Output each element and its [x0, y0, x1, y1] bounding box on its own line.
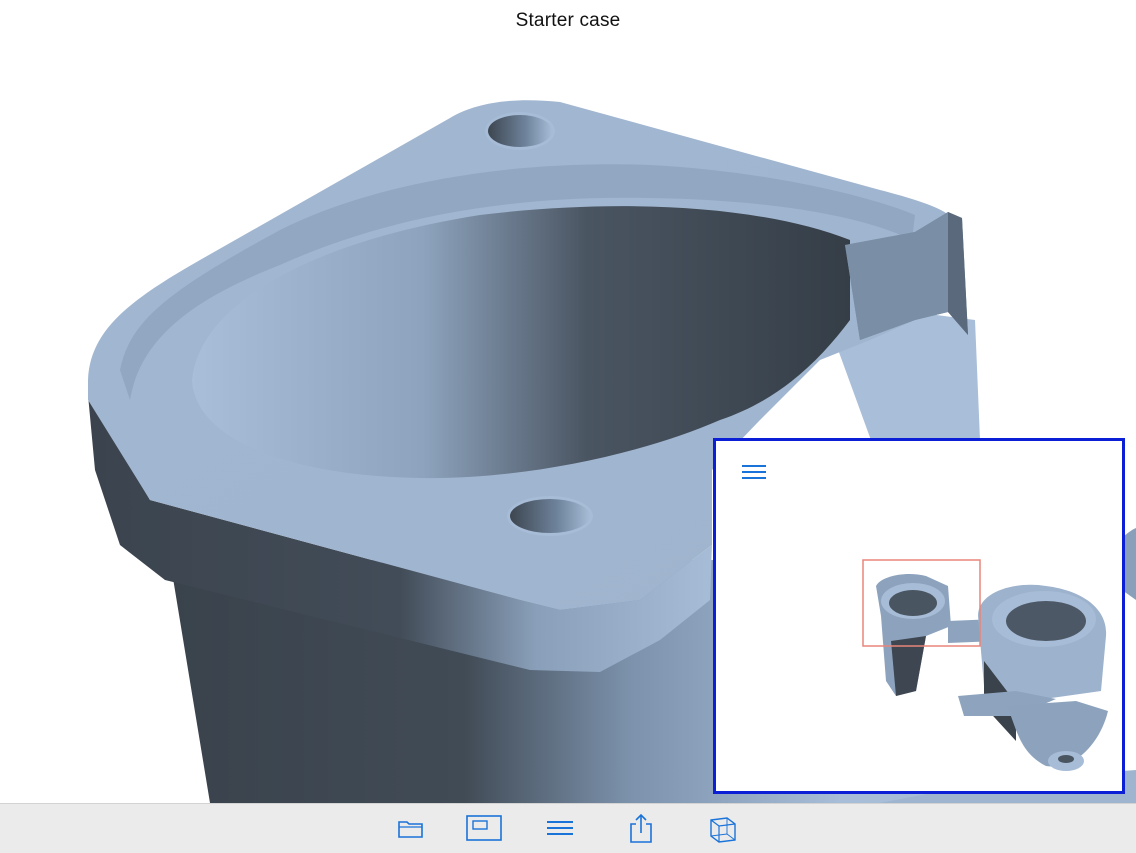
display-icon [466, 815, 502, 841]
cube-icon [710, 817, 736, 843]
view-cube-button[interactable] [703, 810, 743, 846]
folder-button[interactable] [391, 810, 431, 846]
share-icon [630, 813, 652, 843]
bottom-toolbar [0, 803, 1136, 853]
share-button[interactable] [621, 810, 661, 846]
menu-button[interactable] [540, 810, 580, 846]
display-button[interactable] [464, 810, 504, 846]
folder-icon [398, 821, 423, 838]
menu-icon [547, 821, 573, 835]
page-title: Starter case [515, 10, 621, 31]
assembly-thumbnail [862, 559, 1108, 771]
minimap-overview[interactable] [713, 438, 1125, 794]
